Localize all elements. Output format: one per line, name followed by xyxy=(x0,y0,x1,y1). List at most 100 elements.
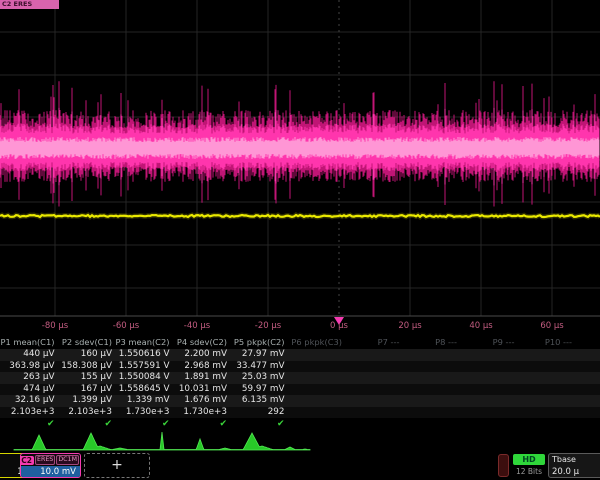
measurement-value xyxy=(345,361,403,373)
measurement-value: 363.98 µV xyxy=(0,361,58,373)
param-header[interactable]: P10 --- xyxy=(518,336,576,349)
measurement-value: 160 µV xyxy=(58,349,116,361)
measurement-value: 1.558645 V xyxy=(115,384,173,396)
channel-c2-descriptor[interactable]: C2 ERES DC1M 10.0 mV xyxy=(20,453,81,478)
measurement-value: 2.200 mV xyxy=(173,349,231,361)
measurement-value xyxy=(518,361,576,373)
add-trace-button[interactable]: + xyxy=(84,453,150,478)
measurement-value: 25.03 mV xyxy=(230,372,288,384)
param-header[interactable]: P8 --- xyxy=(403,336,461,349)
measurement-value xyxy=(288,372,346,384)
trigger-descriptor-partial[interactable] xyxy=(498,454,509,477)
c2-scale-value: 10.0 mV xyxy=(21,466,80,478)
param-header[interactable]: P4 sdev(C2) xyxy=(173,336,231,349)
measurement-value xyxy=(518,372,576,384)
measurement-value xyxy=(518,349,576,361)
measurement-value: 1.676 mV xyxy=(173,395,231,407)
measurement-value xyxy=(345,384,403,396)
histogram-path xyxy=(14,432,310,450)
measurement-value xyxy=(518,384,576,396)
measurement-value: 1.339 mV xyxy=(115,395,173,407)
param-header[interactable]: P6 pkpk(C3) xyxy=(288,336,346,349)
measurement-value xyxy=(288,384,346,396)
measurement-value: 2.103e+3 xyxy=(0,407,58,419)
measurement-table: P1 mean(C1)P2 sdev(C1)P3 mean(C2)P4 sdev… xyxy=(0,336,600,430)
trace-label-chip[interactable]: C2 ERES xyxy=(0,0,59,9)
measurement-value: 474 µV xyxy=(0,384,58,396)
measurement-value xyxy=(345,372,403,384)
param-header[interactable]: P11 xyxy=(575,336,600,349)
measurement-row: 32.16 µV1.399 µV1.339 mV1.676 mV6.135 mV xyxy=(0,395,600,407)
measurement-value xyxy=(460,395,518,407)
time-axis-label: -40 µs xyxy=(184,321,210,331)
measurement-row: 2.103e+32.103e+31.730e+31.730e+3292 xyxy=(0,407,600,419)
hd-bits-label: 12 Bits xyxy=(511,467,547,476)
param-header[interactable]: P3 mean(C2) xyxy=(115,336,173,349)
time-axis-label: 0 µs xyxy=(330,321,348,331)
measurement-value xyxy=(575,372,600,384)
measurement-row: 263 µV155 µV1.550084 V1.891 mV25.03 mV xyxy=(0,372,600,384)
timebase-title: Tbase xyxy=(549,454,600,466)
measurement-value: 1.891 mV xyxy=(173,372,231,384)
measurement-row: 474 µV167 µV1.558645 V10.031 mV59.97 mV xyxy=(0,384,600,396)
measurement-value xyxy=(575,349,600,361)
measurement-value xyxy=(288,361,346,373)
measurement-value xyxy=(518,407,576,419)
bottom-toolbar: DC1M 10.0 mV C2 ERES DC1M 10.0 mV + HD 1… xyxy=(0,452,600,480)
measurement-value: 33.477 mV xyxy=(230,361,288,373)
c2-channel-chip: C2 xyxy=(20,456,34,465)
measurement-value xyxy=(460,407,518,419)
measurement-value: 1.557591 V xyxy=(115,361,173,373)
measurement-value xyxy=(518,395,576,407)
measurement-value xyxy=(575,361,600,373)
measurement-value: 1.550616 V xyxy=(115,349,173,361)
measurement-value: 27.97 mV xyxy=(230,349,288,361)
measurement-value xyxy=(460,349,518,361)
time-axis: -100 µs-80 µs-60 µs-40 µs-20 µs0 µs20 µs… xyxy=(0,318,600,335)
measurement-value xyxy=(575,407,600,419)
measurement-value xyxy=(288,407,346,419)
measurement-value: 32.16 µV xyxy=(0,395,58,407)
measurement-value: 155 µV xyxy=(58,372,116,384)
measurement-value xyxy=(403,384,461,396)
measurement-value: 6.135 mV xyxy=(230,395,288,407)
measurement-value: 158.308 µV xyxy=(58,361,116,373)
measurement-value xyxy=(460,384,518,396)
measurement-value xyxy=(460,372,518,384)
time-axis-label: -60 µs xyxy=(113,321,139,331)
c2-eres-badge: ERES xyxy=(35,455,55,465)
measurement-value: 2.103e+3 xyxy=(58,407,116,419)
timebase-descriptor[interactable]: Tbase 20.0 µ xyxy=(548,453,600,478)
measurement-value xyxy=(288,349,346,361)
measurement-value xyxy=(345,395,403,407)
oscilloscope-screen: C2 ERES -100 µs-80 µs-60 µs-40 µs-20 µs0… xyxy=(0,0,600,480)
waveform-svg xyxy=(0,0,600,336)
param-header[interactable]: P5 pkpk(C2) xyxy=(230,336,288,349)
measurement-value xyxy=(403,372,461,384)
measurement-value: 2.968 mV xyxy=(173,361,231,373)
measurement-value: 10.031 mV xyxy=(173,384,231,396)
measurement-value xyxy=(288,395,346,407)
time-axis-label: 60 µs xyxy=(540,321,563,331)
measurement-value: 167 µV xyxy=(58,384,116,396)
measurement-value: 263 µV xyxy=(0,372,58,384)
measurement-value xyxy=(575,395,600,407)
measurement-value xyxy=(403,395,461,407)
param-header[interactable]: P9 --- xyxy=(460,336,518,349)
measurement-value xyxy=(403,349,461,361)
timebase-value: 20.0 µ xyxy=(549,466,600,478)
hd-mode-badge[interactable]: HD xyxy=(513,454,545,465)
measurement-value: 292 xyxy=(230,407,288,419)
time-axis-label: -80 µs xyxy=(42,321,68,331)
param-header[interactable]: P1 mean(C1) xyxy=(0,336,58,349)
measurement-row: 363.98 µV158.308 µV1.557591 V2.968 mV33.… xyxy=(0,361,600,373)
measurement-value xyxy=(460,361,518,373)
measurement-value xyxy=(345,349,403,361)
c2-coupling-badge: DC1M xyxy=(56,455,79,465)
param-header[interactable]: P2 sdev(C1) xyxy=(58,336,116,349)
param-header[interactable]: P7 --- xyxy=(345,336,403,349)
time-axis-label: 20 µs xyxy=(398,321,421,331)
time-axis-label: -20 µs xyxy=(255,321,281,331)
measurement-header-row: P1 mean(C1)P2 sdev(C1)P3 mean(C2)P4 sdev… xyxy=(0,336,600,349)
measurement-value xyxy=(403,361,461,373)
